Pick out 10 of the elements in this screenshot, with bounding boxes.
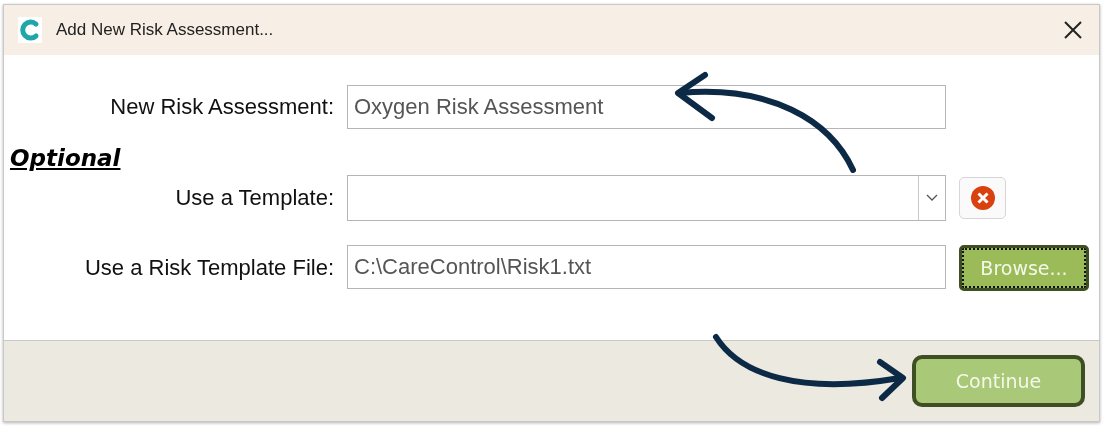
field-label: Use a Risk Template File:: [85, 255, 334, 281]
window-title: Add New Risk Assessment...: [56, 20, 275, 40]
section-heading: Optional: [10, 145, 121, 171]
name-input-field[interactable]: Oxygen Risk Assessment: [347, 85, 946, 129]
field-label: Use a Template:: [175, 185, 334, 211]
file-path-field[interactable]: C:\CareControl\Risk1.txt: [347, 245, 946, 289]
clear-icon: [969, 185, 996, 211]
field-label: New Risk Assessment:: [110, 94, 334, 120]
app-logo-icon: [18, 17, 42, 43]
clear-button[interactable]: [959, 177, 1006, 219]
